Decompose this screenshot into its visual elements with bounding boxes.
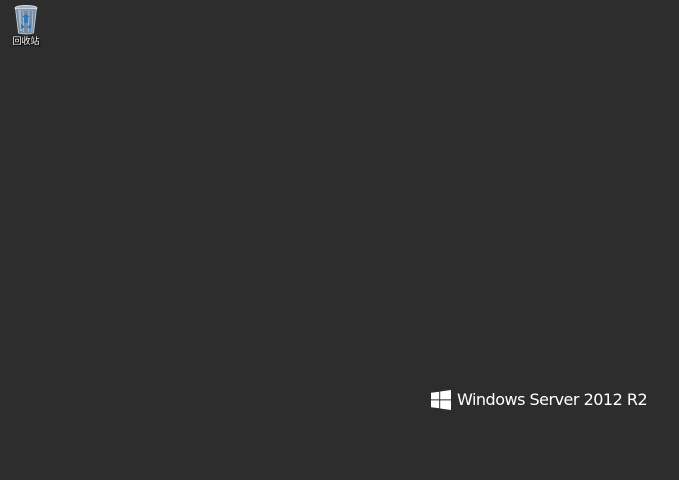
desktop-icon-label: 回收站 [12,37,40,47]
product-name: Windows Server 2012 R2 [457,390,648,409]
windows-logo-icon [431,390,451,410]
os-branding: Windows Server 2012 R2 [431,389,648,411]
desktop-icon-recycle-bin[interactable]: 回收站 [4,3,48,51]
desktop[interactable]: 回收站 Windows Server 2012 R2 [0,0,679,480]
recycle-bin-icon [14,5,38,35]
